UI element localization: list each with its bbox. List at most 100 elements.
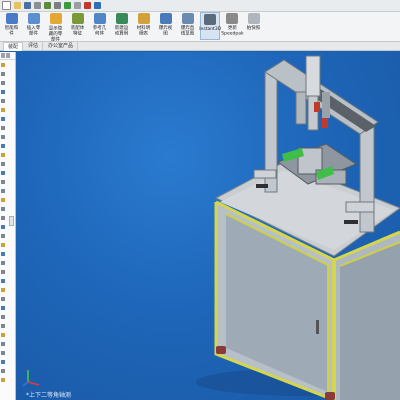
ribbon-button-snapshot[interactable]: 拍快照 bbox=[244, 12, 264, 31]
tree-item[interactable] bbox=[0, 312, 15, 321]
tree-item-icon bbox=[1, 224, 5, 229]
tree-item-icon bbox=[1, 251, 5, 256]
ribbon-button-new-motion-study[interactable]: 新建运 动算例 bbox=[112, 12, 132, 37]
tree-item-icon bbox=[1, 89, 5, 94]
ribbon-button-label: 显示隐 藏的零 部件 bbox=[49, 25, 63, 43]
tab-2[interactable]: 办公室产品 bbox=[44, 42, 79, 50]
z-axis-motor bbox=[305, 55, 321, 97]
tree-item[interactable] bbox=[0, 330, 15, 339]
tree-item-icon bbox=[1, 368, 5, 373]
tree-item-icon bbox=[1, 278, 5, 283]
ribbon-button-reference-geometry[interactable]: 参考几 何体 bbox=[90, 12, 110, 37]
ribbon-button-exploded-view[interactable]: 爆炸视 图 bbox=[156, 12, 176, 37]
tree-item[interactable] bbox=[0, 375, 15, 384]
ribbon-button-smart-fastener[interactable]: 智能和 件 bbox=[2, 12, 22, 37]
ribbon-button-speedpak[interactable]: 更新 Speedpak bbox=[221, 12, 243, 37]
tree-item-icon bbox=[1, 152, 5, 157]
show-hidden-icon bbox=[50, 13, 62, 24]
tree-item[interactable] bbox=[0, 195, 15, 204]
ribbon-button-instant3d[interactable]: Instant3D bbox=[199, 12, 221, 40]
tree-item-icon bbox=[1, 332, 5, 337]
tree-item[interactable] bbox=[0, 321, 15, 330]
ribbon-button-label: 插入零 部件 bbox=[27, 25, 41, 37]
snapshot-icon bbox=[248, 13, 260, 24]
tab-0[interactable]: 装配 bbox=[3, 41, 24, 51]
tree-item[interactable] bbox=[0, 294, 15, 303]
tree-item[interactable] bbox=[0, 69, 15, 78]
tree-item[interactable] bbox=[0, 348, 15, 357]
tree-item[interactable] bbox=[0, 105, 15, 114]
tree-item[interactable] bbox=[0, 78, 15, 87]
tree-item[interactable] bbox=[0, 285, 15, 294]
save-icon[interactable] bbox=[24, 2, 31, 9]
tree-item-icon bbox=[1, 188, 5, 193]
rebuild-icon[interactable] bbox=[64, 2, 71, 9]
door-handle bbox=[316, 320, 319, 334]
ribbon-button-label: 参考几 何体 bbox=[93, 25, 107, 37]
tree-item[interactable] bbox=[0, 267, 15, 276]
options-icon[interactable] bbox=[74, 2, 81, 9]
insert-component-icon bbox=[28, 13, 40, 24]
tree-item[interactable] bbox=[0, 168, 15, 177]
ribbon-button-bill-of-materials[interactable]: 材料明 细表 bbox=[134, 12, 154, 37]
tree-item[interactable] bbox=[0, 159, 15, 168]
tree-item-icon bbox=[1, 98, 5, 103]
tree-item[interactable] bbox=[0, 186, 15, 195]
file-properties-icon[interactable] bbox=[84, 2, 91, 9]
tree-item[interactable] bbox=[0, 177, 15, 186]
smart-fastener-icon bbox=[6, 13, 18, 24]
new-icon[interactable] bbox=[2, 1, 11, 10]
tree-item[interactable] bbox=[0, 357, 15, 366]
assembly-feature-icon bbox=[72, 13, 84, 24]
new-motion-study-icon bbox=[116, 13, 128, 24]
print-icon[interactable] bbox=[34, 2, 41, 9]
tree-item[interactable] bbox=[0, 114, 15, 123]
ribbon-button-label: 新建运 动算例 bbox=[115, 25, 129, 37]
tree-item[interactable] bbox=[0, 249, 15, 258]
tree-item[interactable] bbox=[0, 276, 15, 285]
tree-item[interactable] bbox=[0, 150, 15, 159]
pneumatic-cylinder bbox=[295, 91, 307, 125]
ribbon-button-explode-line-sketch[interactable]: 爆炸直 线草图 bbox=[178, 12, 198, 37]
cable-chain bbox=[322, 92, 330, 118]
tree-item[interactable] bbox=[0, 366, 15, 375]
tree-item[interactable] bbox=[0, 204, 15, 213]
ribbon-button-insert-component[interactable]: 插入零 部件 bbox=[24, 12, 44, 37]
tree-item[interactable] bbox=[0, 141, 15, 150]
ribbon-button-label: Instant3D bbox=[199, 26, 221, 32]
tree-item-icon bbox=[1, 377, 5, 382]
tree-item[interactable] bbox=[0, 96, 15, 105]
tree-item-icon bbox=[1, 71, 5, 76]
tree-item[interactable] bbox=[0, 339, 15, 348]
tree-item[interactable] bbox=[0, 303, 15, 312]
tree-item[interactable] bbox=[0, 123, 15, 132]
assembly-model bbox=[196, 55, 400, 400]
help-icon[interactable] bbox=[94, 2, 101, 9]
slot-2 bbox=[344, 220, 358, 224]
tree-item-icon bbox=[1, 296, 5, 301]
select-icon[interactable] bbox=[54, 2, 61, 9]
tab-1[interactable]: 评估 bbox=[24, 42, 44, 50]
open-icon[interactable] bbox=[14, 2, 21, 9]
linear-slide-left bbox=[253, 169, 277, 179]
panel-splitter-handle[interactable] bbox=[9, 216, 14, 226]
tree-item[interactable] bbox=[0, 60, 15, 69]
tree-item[interactable] bbox=[0, 258, 15, 267]
ribbon-button-label: 装配体 特征 bbox=[71, 25, 85, 37]
tree-item[interactable] bbox=[0, 132, 15, 141]
tree-item[interactable] bbox=[0, 87, 15, 96]
tree-item-icon bbox=[1, 242, 5, 247]
undo-icon[interactable] bbox=[44, 2, 51, 9]
tree-item-icon bbox=[1, 215, 5, 220]
exploded-view-icon bbox=[160, 13, 172, 24]
ribbon-button-label: 爆炸直 线草图 bbox=[181, 25, 195, 37]
tree-item[interactable] bbox=[0, 231, 15, 240]
tree-item[interactable] bbox=[0, 240, 15, 249]
ribbon-button-show-hidden[interactable]: 显示隐 藏的零 部件 bbox=[46, 12, 66, 43]
tree-item-icon bbox=[1, 359, 5, 364]
ribbon-button-assembly-feature[interactable]: 装配体 特征 bbox=[68, 12, 88, 37]
caster-foot-front bbox=[325, 392, 335, 400]
ribbon-button-label: 智能和 件 bbox=[5, 25, 19, 37]
tree-item-icon bbox=[1, 350, 5, 355]
graphics-viewport[interactable] bbox=[16, 52, 400, 400]
